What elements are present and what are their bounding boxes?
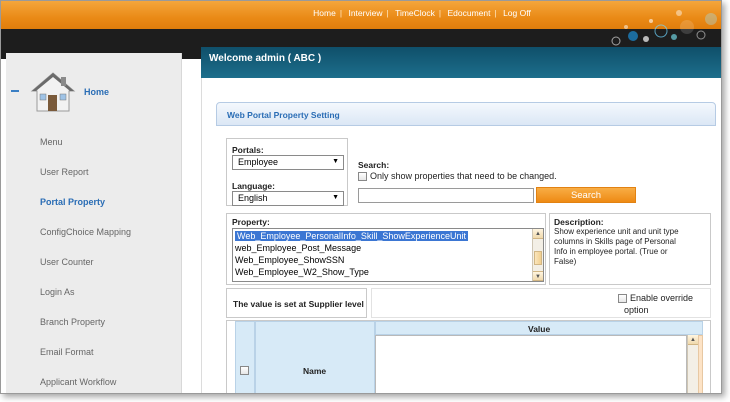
panel-header: Web Portal Property Setting [216, 102, 716, 126]
main-content: Web Portal Property Setting Portals: Emp… [201, 78, 721, 393]
description-label: Description: [554, 217, 604, 227]
property-option[interactable]: Web_Employee_PersonalInfo_Skill_ShowExpe… [235, 231, 468, 241]
search-input[interactable] [358, 188, 534, 203]
sidebar-home[interactable]: Home [6, 63, 182, 119]
sidebar: Home Menu User Report Portal Property Co… [6, 53, 182, 393]
nav-timeclock[interactable]: TimeClock [395, 8, 435, 18]
top-nav-bar: Home | Interview | TimeClock | Edocument | L… [1, 1, 721, 29]
sidebar-home-label[interactable]: Home [84, 87, 109, 97]
description-line: columns in Skills page of Personal [554, 237, 676, 246]
only-show-checkbox[interactable] [358, 172, 367, 181]
dropdown-arrow-icon: ▼ [332, 194, 339, 201]
portal-language-box: Portals: Employee ▼ Language: English ▼ [226, 138, 348, 206]
select-all-checkbox[interactable] [240, 366, 249, 375]
enable-override-checkbox[interactable] [618, 294, 627, 303]
nav-edocument[interactable]: Edocument [447, 8, 490, 18]
house-icon [30, 72, 76, 112]
supplier-note: The value is set at Supplier level [233, 299, 364, 309]
sidebar-item-email-format[interactable]: Email Format [40, 347, 94, 357]
value-column-edge [698, 335, 703, 393]
sidebar-item-configchoice-mapping[interactable]: ConfigChoice Mapping [40, 227, 131, 237]
sidebar-item-login-as[interactable]: Login As [40, 287, 75, 297]
nav-log-off[interactable]: Log Off [503, 8, 531, 18]
scroll-up-icon[interactable]: ▲ [533, 229, 543, 239]
property-option[interactable]: Web_Employee_W2_Show_Type [235, 267, 369, 277]
name-column: Name [255, 321, 375, 393]
description-line: Show experience unit and unit type [554, 227, 679, 236]
search-button[interactable]: Search [536, 187, 636, 203]
value-scrollbar[interactable]: ▲ [687, 335, 698, 393]
select-column [235, 321, 255, 393]
property-box: Property: Web_Employee_PersonalInfo_Skil… [226, 213, 546, 285]
property-option[interactable]: Web_Employee_ShowSSN [235, 255, 344, 265]
only-show-label: Only show properties that need to be cha… [370, 171, 557, 181]
scroll-up-icon[interactable]: ▲ [688, 335, 698, 345]
scroll-down-icon[interactable]: ▼ [533, 271, 543, 281]
value-textarea[interactable] [375, 335, 687, 393]
language-label: Language: [232, 181, 275, 191]
description-line: False) [554, 257, 577, 266]
value-header: Value [528, 324, 551, 334]
sidebar-item-branch-property[interactable]: Branch Property [40, 317, 105, 327]
main-header: Welcome admin ( ABC ) [201, 47, 721, 78]
dropdown-arrow-icon: ▼ [332, 158, 339, 165]
top-nav: Home | Interview | TimeClock | Edocument | L… [313, 8, 531, 18]
override-box: Enable override option [371, 288, 711, 318]
nav-interview[interactable]: Interview [348, 8, 382, 18]
language-select[interactable]: English ▼ [232, 191, 344, 206]
app-window: Home | Interview | TimeClock | Edocument | L… [0, 0, 722, 394]
portals-select[interactable]: Employee ▼ [232, 155, 344, 170]
welcome-text: Welcome admin ( ABC ) [209, 53, 322, 64]
sidebar-item-menu[interactable]: Menu [40, 137, 63, 147]
property-label: Property: [232, 217, 270, 227]
sidebar-item-user-counter[interactable]: User Counter [40, 257, 94, 267]
value-table: Name Value ▲ [226, 320, 711, 393]
portals-label: Portals: [232, 145, 264, 155]
property-listbox[interactable]: Web_Employee_PersonalInfo_Skill_ShowExpe… [232, 228, 544, 282]
search-label: Search: [358, 160, 390, 170]
override-label-line2: option [624, 305, 649, 315]
sidebar-item-applicant-workflow[interactable]: Applicant Workflow [40, 377, 116, 387]
value-header-cell: Value [375, 321, 703, 335]
description-box: Description: Show experience unit and un… [549, 213, 711, 285]
description-line: Info in employee portal. (True or [554, 247, 668, 256]
sidebar-item-portal-property[interactable]: Portal Property [40, 197, 105, 207]
panel-title: Web Portal Property Setting [227, 110, 340, 120]
supplier-note-box: The value is set at Supplier level [226, 288, 367, 318]
property-option[interactable]: web_Employee_Post_Message [235, 243, 361, 253]
override-label-line1: Enable override [630, 293, 694, 303]
property-panel: Web Portal Property Setting Portals: Emp… [216, 102, 716, 393]
scroll-thumb[interactable] [534, 251, 542, 265]
sidebar-item-user-report[interactable]: User Report [40, 167, 89, 177]
nav-home[interactable]: Home [313, 8, 336, 18]
property-scrollbar[interactable]: ▲ ▼ [532, 229, 543, 281]
collapse-icon[interactable] [11, 90, 19, 92]
name-header: Name [303, 366, 327, 376]
